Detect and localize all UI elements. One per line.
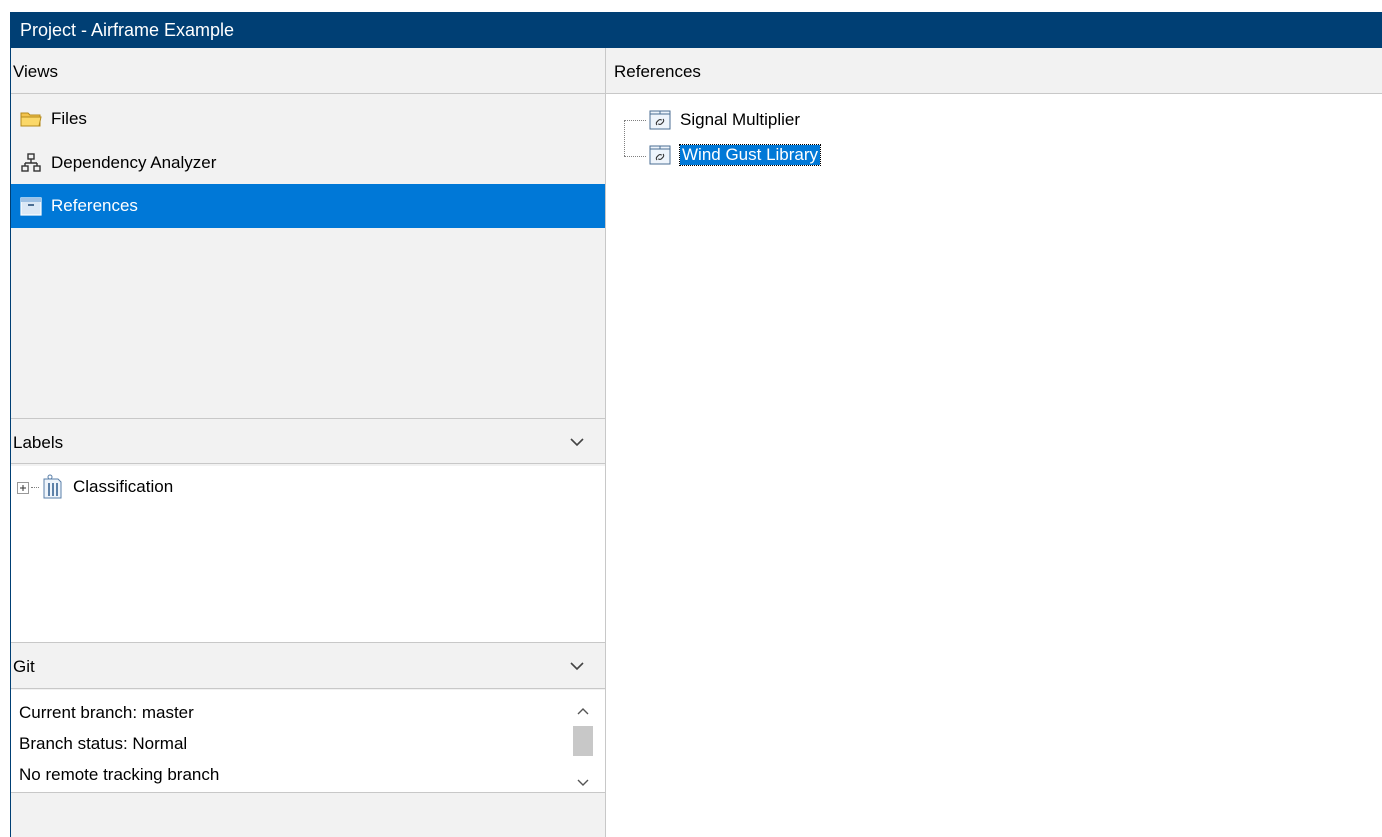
scroll-down-arrow-icon[interactable] (577, 772, 589, 792)
git-header[interactable]: Git (11, 643, 605, 689)
tree-node-label: Classification (73, 477, 174, 496)
views-list: Files Dependency Analyzer References (11, 95, 605, 418)
tree-connector (31, 486, 39, 488)
references-icon (19, 194, 43, 218)
git-scrollbar[interactable] (573, 694, 593, 788)
git-current-branch: Current branch: master (19, 703, 194, 722)
views-header-label: Views (13, 62, 59, 81)
window-title: Project - Airframe Example (20, 20, 235, 40)
tree-node-classification[interactable]: Classification (17, 472, 173, 502)
left-pane: Views Files Dependency Analyzer Referenc… (11, 48, 606, 837)
project-reference-icon (648, 108, 674, 132)
git-remote-tracking: No remote tracking branch (19, 765, 220, 784)
dependency-tree-icon (19, 151, 43, 175)
view-item-label: Files (51, 109, 87, 128)
expand-plus-icon[interactable] (17, 480, 31, 494)
reference-item-wind-gust-library[interactable]: Wind Gust Library (648, 140, 822, 170)
tree-connector (624, 120, 646, 121)
window-title-bar: Project - Airframe Example (10, 12, 1382, 48)
view-item-files[interactable]: Files (11, 97, 605, 141)
project-reference-icon (648, 143, 674, 167)
view-item-label: Dependency Analyzer (51, 153, 217, 172)
label-tag-icon (41, 474, 67, 500)
reference-item-label: Signal Multiplier (680, 110, 800, 129)
references-pane: References Signal Multiplier Wind Gust L… (606, 48, 1382, 837)
git-branch-status: Branch status: Normal (19, 734, 188, 753)
reference-item-signal-multiplier[interactable]: Signal Multiplier (648, 105, 800, 135)
labels-header-label: Labels (13, 433, 64, 452)
folder-icon (19, 107, 43, 131)
view-item-dependency-analyzer[interactable]: Dependency Analyzer (11, 141, 605, 185)
scroll-up-arrow-icon[interactable] (577, 700, 589, 720)
view-item-label: References (51, 196, 138, 215)
tree-connector (624, 120, 625, 156)
git-status-panel: Current branch: master Branch status: No… (11, 690, 605, 793)
scrollbar-thumb[interactable] (573, 726, 593, 756)
chevron-down-icon[interactable] (567, 419, 587, 465)
views-header: Views (11, 48, 605, 94)
labels-header[interactable]: Labels (11, 418, 605, 464)
git-header-label: Git (13, 657, 35, 676)
references-header-label: References (614, 62, 701, 81)
chevron-down-icon[interactable] (567, 643, 587, 689)
reference-item-label: Wind Gust Library (678, 144, 822, 166)
tree-connector (624, 156, 646, 157)
labels-tree: Classification (11, 466, 605, 643)
view-item-references[interactable]: References (11, 184, 605, 228)
references-header: References (606, 48, 1382, 94)
